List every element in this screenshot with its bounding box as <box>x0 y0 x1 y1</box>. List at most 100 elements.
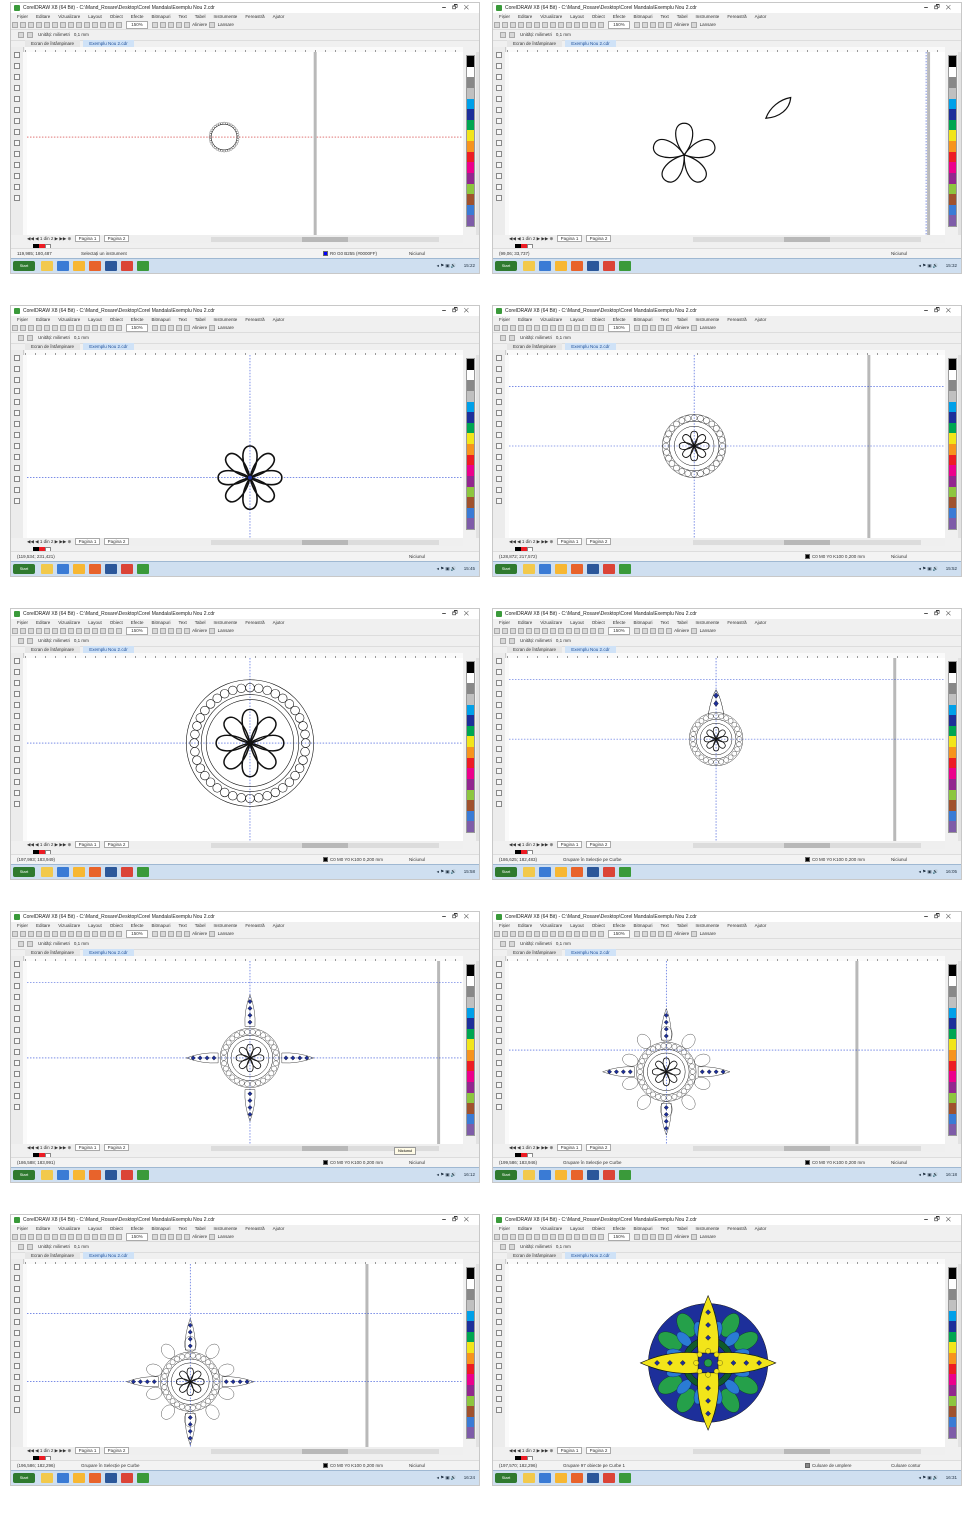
toolbar-button[interactable] <box>176 1233 183 1240</box>
palette-swatch[interactable] <box>467 194 474 205</box>
menu-item[interactable]: Layout <box>88 317 102 322</box>
menu-item[interactable]: Tabel <box>195 923 206 928</box>
palette-swatch[interactable] <box>949 465 956 476</box>
toolbar-button[interactable] <box>184 324 191 331</box>
nudge-field[interactable]: 0,1 mm <box>556 941 571 946</box>
start-button[interactable]: Start <box>13 564 35 574</box>
toolbar-button[interactable] <box>634 21 641 28</box>
palette-swatch[interactable] <box>467 162 474 173</box>
taskbar-explorer-icon[interactable] <box>41 1170 53 1180</box>
tool-button[interactable] <box>496 680 502 686</box>
vertical-scrollbar[interactable] <box>476 1264 479 1447</box>
tool-button[interactable] <box>496 1374 502 1380</box>
palette-swatch[interactable] <box>949 98 956 110</box>
tool-button[interactable] <box>14 1264 20 1270</box>
toolbar-button[interactable] <box>582 930 588 937</box>
toolbar-button[interactable] <box>550 21 556 28</box>
toolbar-button[interactable] <box>566 930 572 937</box>
palette-swatch[interactable] <box>467 1416 474 1428</box>
toolbar-button[interactable] <box>542 21 548 28</box>
taskbar-coreldraw-icon[interactable] <box>137 1170 149 1180</box>
toolbar-button[interactable] <box>574 627 580 634</box>
tool-button[interactable] <box>14 680 20 686</box>
tray-icons[interactable]: ◂ ⚑ ▣ 🔊 <box>919 263 939 268</box>
palette-swatch[interactable] <box>467 401 474 413</box>
toolbar-button[interactable] <box>590 627 596 634</box>
toolbar-button[interactable] <box>76 627 82 634</box>
palette-swatch[interactable] <box>467 1321 474 1332</box>
menu-item[interactable]: Editare <box>36 14 50 19</box>
taskbar-explorer-icon[interactable] <box>41 867 53 877</box>
palette-swatch[interactable] <box>467 1289 474 1300</box>
toolbar-button[interactable] <box>494 930 500 937</box>
palette-swatch[interactable] <box>949 390 956 402</box>
palette-swatch[interactable] <box>467 1028 474 1040</box>
window-controls[interactable]: 🗕🗗✕ <box>442 912 475 922</box>
menu-item[interactable]: Fișier <box>17 1226 28 1231</box>
vertical-scrollbar[interactable] <box>476 52 479 235</box>
tool-button[interactable] <box>14 1060 20 1066</box>
align-menu[interactable]: Aliniere <box>192 325 207 330</box>
taskbar-word-icon[interactable] <box>105 1170 117 1180</box>
tool-button[interactable] <box>496 195 502 201</box>
toolbar-button[interactable] <box>108 324 114 331</box>
toolbar-button[interactable] <box>100 324 106 331</box>
toolbar-button[interactable] <box>666 930 673 937</box>
menu-item[interactable]: Fereastră <box>245 620 264 625</box>
horizontal-scrollbar[interactable] <box>693 1449 921 1454</box>
toolbar-button[interactable] <box>108 627 114 634</box>
menu-item[interactable]: Layout <box>570 620 584 625</box>
menu-item[interactable]: Fereastră <box>727 620 746 625</box>
palette-swatch[interactable] <box>467 725 474 737</box>
tab-welcome[interactable]: Ecran de întâmpinare <box>507 949 563 956</box>
tool-button[interactable] <box>496 443 502 449</box>
tab-document[interactable]: Exemplu Nou 2.cdr <box>565 40 616 47</box>
menu-item[interactable]: Obiect <box>592 14 605 19</box>
palette-swatch[interactable] <box>949 77 956 88</box>
toolbar-button[interactable] <box>550 1233 556 1240</box>
gear-icon[interactable] <box>209 324 216 331</box>
tool-button[interactable] <box>496 1005 502 1011</box>
palette-swatch[interactable] <box>467 768 474 779</box>
palette-swatch[interactable] <box>949 412 956 423</box>
toolbar-button[interactable] <box>650 21 657 28</box>
taskbar-explorer-icon[interactable] <box>523 564 535 574</box>
palette-swatch[interactable] <box>949 87 956 99</box>
taskbar-coreldraw-icon[interactable] <box>619 867 631 877</box>
menu-item[interactable]: Ajutor <box>755 14 767 19</box>
horizontal-scrollbar[interactable] <box>693 237 921 242</box>
tool-button[interactable] <box>496 1049 502 1055</box>
page-size-icon[interactable] <box>18 1243 24 1250</box>
toolbar-button[interactable] <box>658 324 665 331</box>
tool-button[interactable] <box>14 1330 20 1336</box>
tool-button[interactable] <box>14 355 20 361</box>
align-menu[interactable]: Aliniere <box>674 22 689 27</box>
tool-button[interactable] <box>496 1016 502 1022</box>
tool-button[interactable] <box>496 779 502 785</box>
tool-button[interactable] <box>496 768 502 774</box>
menu-item[interactable]: Efecte <box>131 923 144 928</box>
toolbar-button[interactable] <box>642 324 649 331</box>
units-select[interactable]: Unități: milimetri <box>38 638 70 643</box>
tool-button[interactable] <box>496 1352 502 1358</box>
tool-button[interactable] <box>14 1286 20 1292</box>
taskbar-explorer-icon[interactable] <box>41 564 53 574</box>
palette-swatch[interactable] <box>949 747 956 758</box>
toolbar-button[interactable] <box>168 627 175 634</box>
tool-button[interactable] <box>14 961 20 967</box>
vertical-scrollbar[interactable] <box>476 658 479 841</box>
tray-icons[interactable]: ◂ ⚑ ▣ 🔊 <box>919 869 939 874</box>
tab-welcome[interactable]: Ecran de întâmpinare <box>25 949 81 956</box>
nudge-field[interactable]: 0,1 mm <box>74 638 89 643</box>
page-tab-1[interactable]: Pagina 1 <box>556 235 583 242</box>
tool-button[interactable] <box>14 107 20 113</box>
align-menu[interactable]: Aliniere <box>192 931 207 936</box>
tool-button[interactable] <box>14 96 20 102</box>
gear-icon[interactable] <box>209 1233 216 1240</box>
tray-icons[interactable]: ◂ ⚑ ▣ 🔊 <box>437 263 457 268</box>
taskbar-coreldraw-icon[interactable] <box>619 564 631 574</box>
palette-swatch[interactable] <box>467 996 474 1008</box>
page-tab-2[interactable]: Pagina 2 <box>103 1447 130 1454</box>
taskbar-folder-icon[interactable] <box>555 261 567 271</box>
tool-button[interactable] <box>496 983 502 989</box>
